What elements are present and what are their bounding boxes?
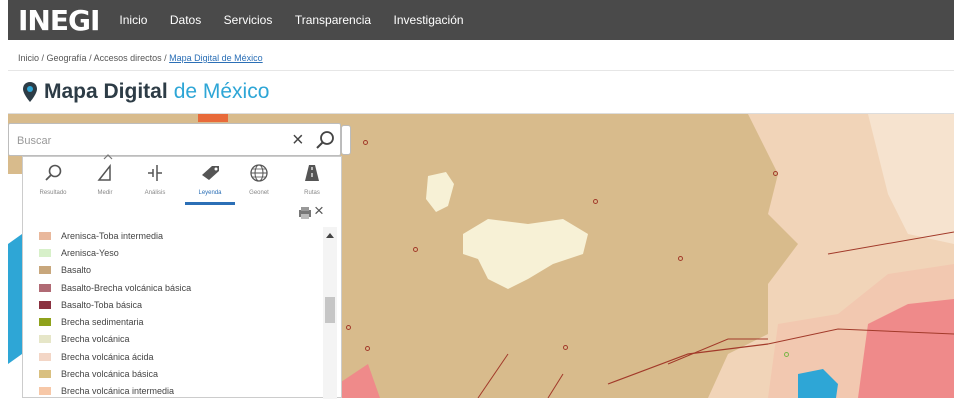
legend-label: Basalto-Toba básica [61,299,143,310]
tool-medir[interactable]: Medir [83,163,127,196]
nav-datos[interactable]: Datos [170,13,201,27]
map-point[interactable] [773,171,778,176]
legend-label: Brecha volcánica ácida [61,351,154,362]
tool-rutas[interactable]: Rutas [290,163,334,196]
tool-bar: Resultado Medir Análisis Leyenda Geonet … [23,159,343,207]
tool-label: Rutas [304,190,320,196]
nav-inicio[interactable]: Inicio [119,13,147,27]
legend-swatch [39,352,51,361]
nav-servicios[interactable]: Servicios [224,13,273,27]
ruler-triangle-icon [97,163,111,181]
breadcrumb-separator: / [161,53,170,63]
breadcrumb-separator: / [86,53,94,63]
active-tab-indicator [185,202,235,205]
legend-label: Brecha volcánica intermedia [61,386,175,397]
tool-geonet[interactable]: Geonet [237,163,281,196]
legend-label: Arenisca-Yeso [61,247,119,258]
tool-analisis[interactable]: Análisis [133,163,177,196]
tool-label: Geonet [249,190,269,196]
legend-item: Arenisca-Toba intermedia [23,227,323,244]
side-panel: Resultado Medir Análisis Leyenda Geonet … [22,154,343,399]
tool-label: Resultado [39,190,67,196]
legend-item: Basalto [23,262,323,279]
close-panel-icon[interactable]: × [314,201,324,221]
panel-controls: × [298,201,336,221]
legend-swatch [39,318,51,327]
tool-resultado[interactable]: Resultado [31,163,75,196]
legend-list: Arenisca-Toba intermedia Arenisca-Yeso B… [23,227,323,399]
panel-collapse-toggle[interactable] [341,125,351,155]
tool-label: Leyenda [198,190,222,196]
legend-swatch [39,283,51,292]
legend-item: Brecha volcánica ácida [23,348,323,365]
breadcrumb-geografia[interactable]: Geografía [47,53,87,63]
legend-label: Brecha volcánica básica [61,369,159,380]
legend-label: Basalto-Brecha volcánica básica [61,282,192,293]
search-icon[interactable] [315,130,335,150]
scroll-up-icon[interactable] [326,233,334,238]
legend-label: Brecha volcánica [61,334,130,345]
main-nav: Inicio Datos Servicios Transparencia Inv… [119,11,481,29]
map-pin-icon [23,82,37,102]
map-point[interactable] [346,325,351,330]
inegi-logo[interactable]: INEGI [18,4,100,37]
map-point[interactable] [365,346,370,351]
legend-item: Brecha volcánica intermedia [23,383,323,399]
tool-label: Medir [97,190,113,196]
tool-label: Análisis [144,190,166,196]
map-point[interactable] [784,352,789,357]
map-point[interactable] [593,199,598,204]
magnifier-icon [45,164,62,181]
legend-swatch [39,370,51,379]
legend-item: Brecha volcánica básica [23,365,323,382]
search-input[interactable] [17,132,287,150]
breadcrumb-current[interactable]: Mapa Digital de México [169,53,263,63]
legend-swatch [39,300,51,309]
legend-swatch [39,231,51,240]
top-navigation-bar: INEGI Inicio Datos Servicios Transparenc… [8,0,954,40]
tag-icon [202,166,219,180]
breadcrumb: Inicio / Geografía / Accesos directos / … [8,40,954,70]
scrollbar-thumb[interactable] [325,297,335,323]
page-subtitle: de México [173,80,270,103]
page-title: Mapa Digital [44,80,168,103]
nav-transparencia[interactable]: Transparencia [295,13,371,27]
tool-leyenda[interactable]: Leyenda [188,163,232,196]
legend-item: Brecha volcánica [23,331,323,348]
legend-swatch [39,266,51,275]
legend-swatch [39,248,51,257]
legend-label: Basalto [61,265,92,276]
legend-label: Arenisca-Toba intermedia [61,230,164,241]
globe-icon [250,164,268,182]
legend-swatch [39,387,51,396]
map-point[interactable] [678,256,683,261]
legend-scrollbar[interactable] [323,227,337,399]
clear-icon[interactable]: × [292,129,304,151]
map-point[interactable] [563,345,568,350]
legend-item: Basalto-Toba básica [23,296,323,313]
breadcrumb-inicio[interactable]: Inicio [18,53,39,63]
legend-item: Basalto-Brecha volcánica básica [23,279,323,296]
analysis-icon [148,165,162,181]
legend-item: Arenisca-Yeso [23,244,323,261]
print-icon[interactable] [298,206,312,220]
page-title-bar: Mapa Digital de México [8,70,954,114]
legend-swatch [39,335,51,344]
breadcrumb-separator: / [39,53,47,63]
legend-item: Brecha sedimentaria [23,313,323,330]
nav-investigacion[interactable]: Investigación [394,13,464,27]
road-icon [305,165,319,181]
breadcrumb-accesos[interactable]: Accesos directos [94,53,162,63]
map-point[interactable] [363,140,368,145]
legend-label: Brecha sedimentaria [61,317,144,328]
search-box: × [8,123,341,156]
map-point[interactable] [413,247,418,252]
